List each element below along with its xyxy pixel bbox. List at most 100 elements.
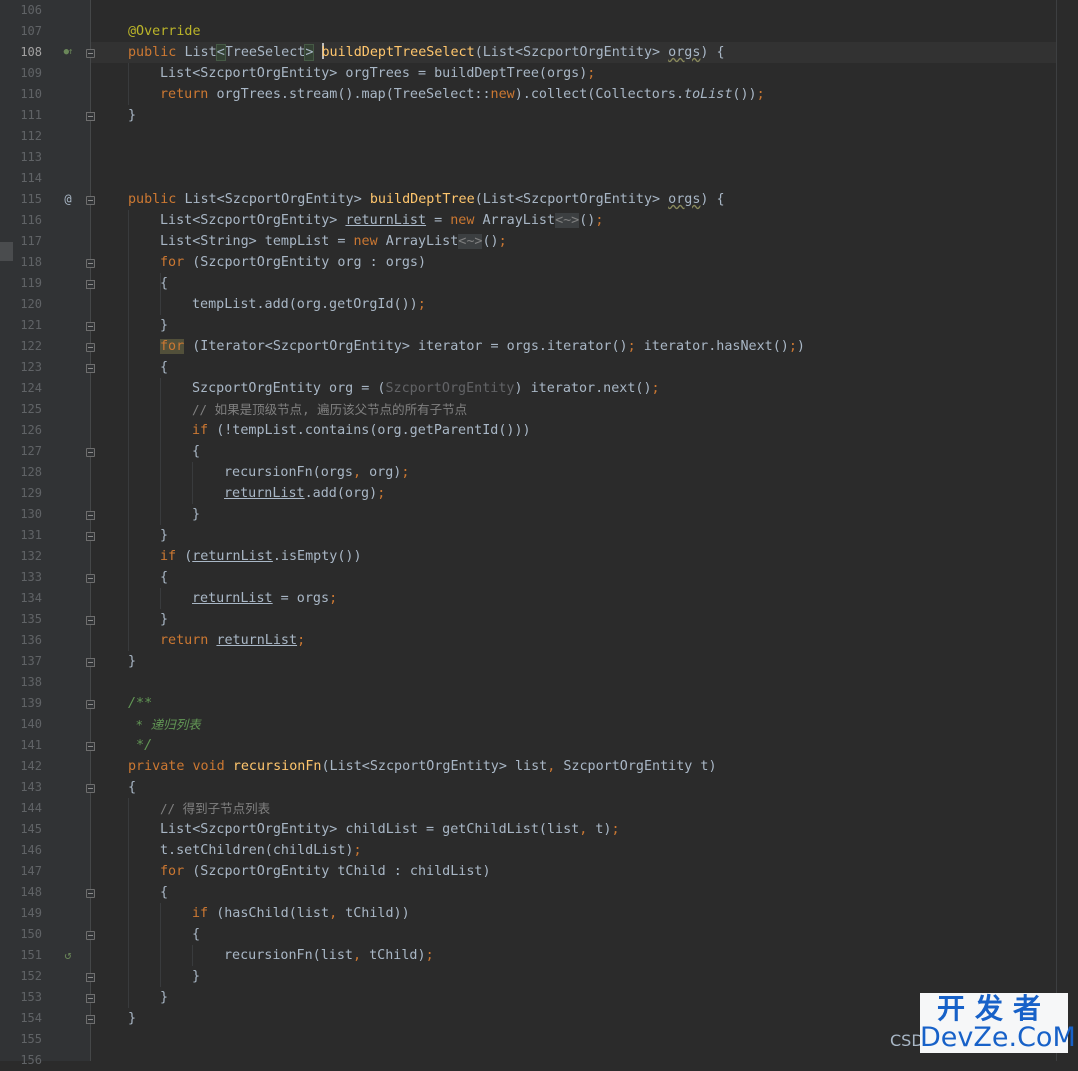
line-number[interactable]: 152 [13, 966, 42, 987]
line-number[interactable]: 115 [13, 189, 42, 210]
code-line-142[interactable]: private void recursionFn(List<SzcportOrg… [128, 756, 717, 777]
line-number[interactable]: 137 [13, 651, 42, 672]
fold-end-icon[interactable] [86, 742, 95, 751]
fold-end-icon[interactable] [86, 112, 95, 121]
code-line-124[interactable]: SzcportOrgEntity org = (SzcportOrgEntity… [192, 378, 660, 399]
line-number[interactable]: 138 [13, 672, 42, 693]
line-number[interactable]: 144 [13, 798, 42, 819]
line-number[interactable]: 128 [13, 462, 42, 483]
recursion-icon[interactable]: ↺ [60, 947, 76, 963]
code-line-131[interactable]: } [160, 525, 168, 546]
code-line-127[interactable]: { [192, 441, 200, 462]
diamond-fold[interactable]: <~> [458, 234, 483, 249]
code-line-136[interactable]: return returnList; [160, 630, 305, 651]
code-line-146[interactable]: t.setChildren(childList); [160, 840, 362, 861]
line-number[interactable]: 129 [13, 483, 42, 504]
code-line-120[interactable]: tempList.add(org.getOrgId()); [192, 294, 426, 315]
line-number[interactable]: 131 [13, 525, 42, 546]
line-number[interactable]: 110 [13, 84, 42, 105]
code-line-108[interactable]: public List<TreeSelect> buildDeptTreeSel… [128, 42, 725, 63]
code-line-148[interactable]: { [160, 882, 168, 903]
line-number[interactable]: 153 [13, 987, 42, 1008]
implements-icon[interactable]: ●↑ [60, 44, 76, 60]
line-number[interactable]: 122 [13, 336, 42, 357]
line-number[interactable]: 140 [13, 714, 42, 735]
code-line-153[interactable]: } [160, 987, 168, 1008]
line-number[interactable]: 119 [13, 273, 42, 294]
code-line-133[interactable]: { [160, 567, 168, 588]
code-line-150[interactable]: { [192, 924, 200, 945]
fold-end-icon[interactable] [86, 994, 95, 1003]
fold-toggle-icon[interactable] [86, 448, 95, 457]
code-line-141[interactable]: */ [128, 735, 152, 756]
line-number[interactable]: 155 [13, 1029, 42, 1050]
code-line-143[interactable]: { [128, 777, 136, 798]
code-line-147[interactable]: for (SzcportOrgEntity tChild : childList… [160, 861, 491, 882]
code-line-110[interactable]: return orgTrees.stream().map(TreeSelect:… [160, 84, 765, 105]
fold-end-icon[interactable] [86, 532, 95, 541]
fold-toggle-icon[interactable] [86, 343, 95, 352]
line-number[interactable]: 126 [13, 420, 42, 441]
code-line-119[interactable]: { [160, 273, 168, 294]
line-number[interactable]: 125 [13, 399, 42, 420]
code-line-154[interactable]: } [128, 1008, 136, 1029]
code-line-144[interactable]: // 得到子节点列表 [160, 798, 270, 819]
code-line-122[interactable]: for (Iterator<SzcportOrgEntity> iterator… [160, 336, 805, 357]
code-line-152[interactable]: } [192, 966, 200, 987]
code-line-135[interactable]: } [160, 609, 168, 630]
line-number[interactable]: 135 [13, 609, 42, 630]
code-line-134[interactable]: returnList = orgs; [192, 588, 337, 609]
line-number[interactable]: 139 [13, 693, 42, 714]
line-number[interactable]: 106 [13, 0, 42, 21]
line-number[interactable]: 113 [13, 147, 42, 168]
code-line-107[interactable]: @Override [128, 21, 201, 42]
code-line-115[interactable]: public List<SzcportOrgEntity> buildDeptT… [128, 189, 725, 210]
code-line-130[interactable]: } [192, 504, 200, 525]
fold-toggle-icon[interactable] [86, 49, 95, 58]
code-line-118[interactable]: for (SzcportOrgEntity org : orgs) [160, 252, 426, 273]
line-number[interactable]: 149 [13, 903, 42, 924]
fold-end-icon[interactable] [86, 616, 95, 625]
fold-toggle-icon[interactable] [86, 784, 95, 793]
fold-end-icon[interactable] [86, 658, 95, 667]
fold-end-icon[interactable] [86, 1015, 95, 1024]
line-number[interactable]: 136 [13, 630, 42, 651]
fold-toggle-icon[interactable] [86, 196, 95, 205]
line-number[interactable]: 120 [13, 294, 42, 315]
line-number[interactable]: 109 [13, 63, 42, 84]
line-number[interactable]: 148 [13, 882, 42, 903]
fold-toggle-icon[interactable] [86, 574, 95, 583]
code-line-149[interactable]: if (hasChild(list, tChild)) [192, 903, 410, 924]
line-number[interactable]: 123 [13, 357, 42, 378]
line-number[interactable]: 118 [13, 252, 42, 273]
line-number[interactable]: 116 [13, 210, 42, 231]
line-number[interactable]: 132 [13, 546, 42, 567]
line-number[interactable]: 117 [13, 231, 42, 252]
fold-end-icon[interactable] [86, 280, 95, 289]
fold-toggle-icon[interactable] [86, 700, 95, 709]
line-number[interactable]: 133 [13, 567, 42, 588]
line-number[interactable]: 121 [13, 315, 42, 336]
code-line-126[interactable]: if (!tempList.contains(org.getParentId()… [192, 420, 531, 441]
code-line-116[interactable]: List<SzcportOrgEntity> returnList = new … [160, 210, 603, 231]
line-number[interactable]: 107 [13, 21, 42, 42]
at-icon[interactable]: @ [60, 191, 76, 207]
line-number[interactable]: 146 [13, 840, 42, 861]
line-number[interactable]: 114 [13, 168, 42, 189]
fold-toggle-icon[interactable] [86, 931, 95, 940]
code-line-139[interactable]: /** [128, 693, 152, 714]
fold-end-icon[interactable] [86, 364, 95, 373]
line-number[interactable]: 108 [13, 42, 42, 63]
code-line-129[interactable]: returnList.add(org); [224, 483, 385, 504]
fold-end-icon[interactable] [86, 973, 95, 982]
line-number[interactable]: 130 [13, 504, 42, 525]
code-line-137[interactable]: } [128, 651, 136, 672]
fold-end-icon[interactable] [86, 511, 95, 520]
code-line-111[interactable]: } [128, 105, 136, 126]
line-number[interactable]: 147 [13, 861, 42, 882]
line-number[interactable]: 111 [13, 105, 42, 126]
code-line-128[interactable]: recursionFn(orgs, org); [224, 462, 409, 483]
line-number[interactable]: 141 [13, 735, 42, 756]
line-number[interactable]: 154 [13, 1008, 42, 1029]
fold-toggle-icon[interactable] [86, 889, 95, 898]
